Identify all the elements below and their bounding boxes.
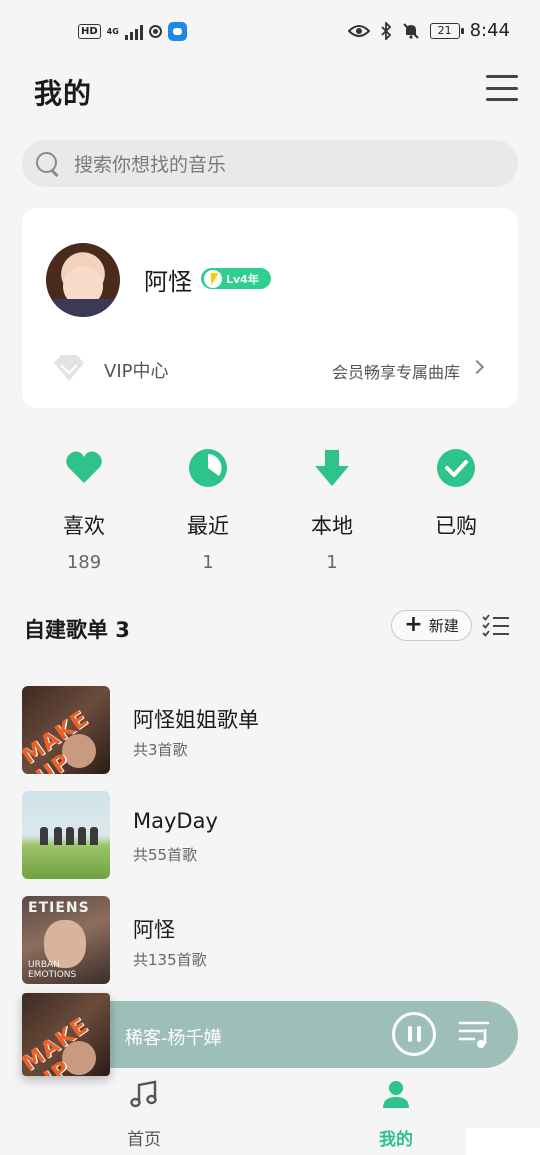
quick-action-label: 最近 xyxy=(187,514,229,538)
quick-action-count: 1 xyxy=(202,552,214,573)
section-title: 自建歌单 3 xyxy=(24,618,130,642)
playlist-item[interactable]: MayDay 共55首歌 xyxy=(22,791,518,879)
pause-button[interactable] xyxy=(392,1012,436,1056)
avatar[interactable] xyxy=(46,243,120,317)
playlist-cover xyxy=(22,791,110,879)
plus-icon: + xyxy=(404,611,423,637)
now-playing-title[interactable]: 稀客-杨千嬅 xyxy=(125,1024,222,1050)
mini-player[interactable] xyxy=(38,1001,518,1068)
playlist-count: 共3首歌 xyxy=(133,741,188,759)
chevron-right-icon[interactable] xyxy=(469,359,485,375)
eye-icon xyxy=(347,24,370,37)
hd-badge: HD xyxy=(78,24,101,39)
new-playlist-button[interactable]: + 新建 xyxy=(391,610,472,641)
playlist-name: MayDay xyxy=(133,809,218,833)
profile-card: 阿怪 Lv4年 VIP中心 会员畅享专属曲库 xyxy=(22,208,518,408)
quick-action-label: 本地 xyxy=(311,514,353,538)
status-right: 21 8:44 xyxy=(347,20,510,41)
heart-icon xyxy=(66,451,102,483)
quick-action-recent[interactable]: 最近 1 xyxy=(158,448,258,573)
mute-bell-icon xyxy=(402,22,419,39)
network-type: 4G xyxy=(106,27,119,36)
nav-me[interactable]: 我的 xyxy=(336,1079,456,1150)
quick-action-purchased[interactable]: 已购 xyxy=(406,448,506,552)
playlist-queue-icon[interactable] xyxy=(458,1018,492,1050)
bluetooth-icon xyxy=(380,21,391,40)
notification-app-icon xyxy=(167,22,187,41)
check-circle-icon xyxy=(437,449,475,487)
quick-action-label: 喜欢 xyxy=(63,514,105,538)
screen-corner xyxy=(466,1128,540,1155)
diamond-icon xyxy=(54,355,84,381)
player-cover[interactable]: MAKE UP xyxy=(22,993,110,1076)
search-placeholder: 搜索你想找的音乐 xyxy=(74,154,227,176)
playlist-item[interactable]: MAKE UP 阿怪姐姐歌单 共3首歌 xyxy=(22,686,518,774)
battery-icon: 21 xyxy=(429,22,464,39)
clock-time: 8:44 xyxy=(469,20,510,41)
playlist-item[interactable]: ETIENS URBAN EMOTIONS 阿怪 共135首歌 xyxy=(22,896,518,984)
lightning-icon xyxy=(204,269,222,288)
playlist-name: 阿怪 xyxy=(133,918,175,942)
nav-label: 首页 xyxy=(127,1130,161,1150)
quick-action-local[interactable]: 本地 1 xyxy=(282,448,382,573)
quick-action-count: 189 xyxy=(66,552,102,573)
hotspot-icon xyxy=(148,25,162,38)
cover-text: ETIENS xyxy=(28,900,90,916)
search-icon xyxy=(36,151,60,176)
download-icon xyxy=(315,450,349,486)
music-note-icon xyxy=(130,1080,157,1108)
quick-action-count: 1 xyxy=(326,552,338,573)
cover-text: URBAN EMOTIONS xyxy=(28,960,77,980)
playlist-name: 阿怪姐姐歌单 xyxy=(133,708,259,732)
status-left: HD 4G xyxy=(78,22,187,41)
nav-home[interactable]: 首页 xyxy=(84,1079,204,1150)
page-title: 我的 xyxy=(34,77,93,110)
quick-action-label: 已购 xyxy=(435,514,477,538)
new-playlist-label: 新建 xyxy=(428,617,459,635)
menu-icon[interactable] xyxy=(486,73,518,103)
playlist-count: 共135首歌 xyxy=(133,951,207,969)
quick-action-likes[interactable]: 喜欢 189 xyxy=(34,448,134,573)
search-input[interactable]: 搜索你想找的音乐 xyxy=(22,140,518,187)
signal-icon xyxy=(124,24,143,40)
level-text: Lv4年 xyxy=(226,272,259,286)
cover-text: MAKE UP xyxy=(22,706,94,774)
manage-list-icon[interactable] xyxy=(482,613,510,639)
playlist-cover: ETIENS URBAN EMOTIONS xyxy=(22,896,110,984)
playlist-count: 共55首歌 xyxy=(133,846,198,864)
status-bar: HD 4G 21 8:44 xyxy=(0,0,540,62)
vip-subtitle[interactable]: 会员畅享专属曲库 xyxy=(332,359,460,383)
clock-icon xyxy=(189,449,227,487)
cover-text: MAKE UP xyxy=(22,1013,94,1076)
username[interactable]: 阿怪 xyxy=(144,262,192,297)
person-icon xyxy=(383,1081,409,1108)
vip-center-link[interactable]: VIP中心 xyxy=(104,357,168,383)
nav-label: 我的 xyxy=(379,1130,413,1150)
bottom-nav: 首页 我的 xyxy=(0,1075,540,1155)
level-badge[interactable]: Lv4年 xyxy=(201,268,271,289)
playlist-cover: MAKE UP xyxy=(22,686,110,774)
